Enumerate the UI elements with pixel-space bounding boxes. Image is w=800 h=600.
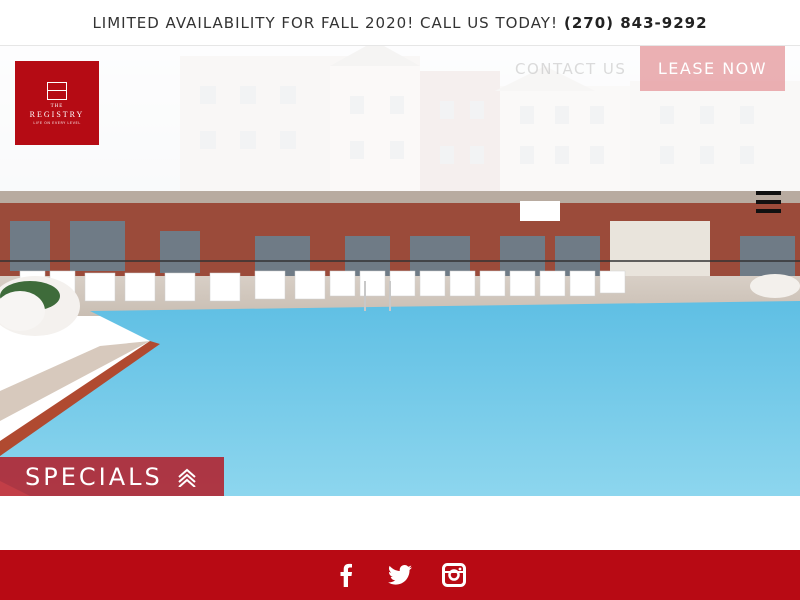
hero-section: THE REGISTRY LIFE ON EVERY LEVEL CONTACT… [0, 46, 800, 496]
instagram-icon[interactable] [442, 563, 466, 587]
specials-label: SPECIALS [25, 462, 163, 491]
logo-name: REGISTRY [29, 109, 85, 119]
twitter-icon[interactable] [388, 563, 412, 587]
site-logo[interactable]: THE REGISTRY LIFE ON EVERY LEVEL [15, 61, 99, 145]
hamburger-menu-icon[interactable] [756, 191, 781, 213]
nav-contact-link[interactable]: CONTACT US [515, 60, 626, 78]
announcement-text: LIMITED AVAILABILITY FOR FALL 2020! CALL… [92, 13, 558, 32]
footer-social-bar [0, 550, 800, 600]
building-mark-icon [47, 81, 67, 100]
facebook-icon[interactable] [334, 563, 358, 587]
announcement-bar: LIMITED AVAILABILITY FOR FALL 2020! CALL… [0, 0, 800, 46]
hero-photo-pool [0, 191, 800, 496]
phone-link[interactable]: (270) 843-9292 [564, 14, 708, 32]
lease-now-button[interactable]: LEASE NOW [640, 46, 785, 91]
specials-tab[interactable]: SPECIALS [0, 457, 224, 496]
logo-the: THE [50, 103, 64, 109]
logo-tagline: LIFE ON EVERY LEVEL [33, 120, 81, 125]
double-chevron-up-icon [178, 468, 196, 487]
